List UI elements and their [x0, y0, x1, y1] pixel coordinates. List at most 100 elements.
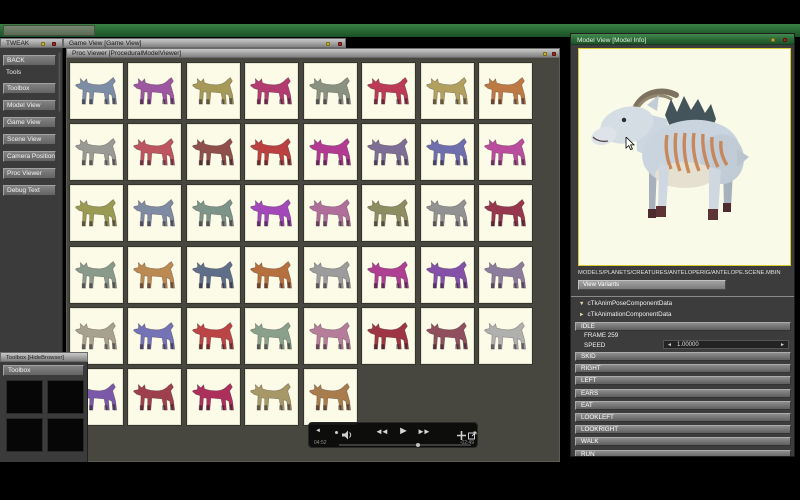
creature-thumbnail[interactable]	[128, 308, 181, 364]
previous-icon[interactable]: ◄	[315, 428, 321, 434]
minimize-icon[interactable]	[326, 42, 330, 46]
record-dot-icon[interactable]	[335, 431, 338, 434]
animation-item-run[interactable]: RUN	[575, 450, 791, 458]
component-row-animpose[interactable]: ▼cTkAnimPoseComponentData	[579, 299, 789, 309]
close-icon[interactable]	[783, 38, 787, 42]
creature-thumbnail[interactable]	[362, 124, 415, 180]
top-tab[interactable]	[3, 25, 95, 36]
creature-thumbnail[interactable]	[421, 247, 474, 303]
creature-thumbnail[interactable]	[421, 308, 474, 364]
animation-item-eat[interactable]: EAT	[575, 401, 791, 410]
seek-bar[interactable]	[339, 444, 471, 446]
creature-silhouette	[249, 381, 295, 417]
creature-thumbnail[interactable]	[362, 63, 415, 119]
model-view-titlebar[interactable]: Model View [Model Info]	[570, 33, 795, 45]
game-view-titlebar[interactable]: Game View [Game View]	[63, 38, 346, 48]
creature-thumbnail[interactable]	[245, 308, 298, 364]
proc-viewer-titlebar[interactable]: Proc Viewer [ProceduralModelViewer]	[66, 48, 560, 58]
creature-thumbnail[interactable]	[362, 308, 415, 364]
creature-thumbnail[interactable]	[245, 247, 298, 303]
toolbox-slot[interactable]	[47, 418, 84, 452]
creature-thumbnail[interactable]	[245, 185, 298, 241]
creature-thumbnail[interactable]	[304, 63, 357, 119]
minimize-icon[interactable]	[41, 42, 45, 46]
creature-thumbnail[interactable]	[245, 63, 298, 119]
creature-thumbnail[interactable]	[128, 369, 181, 425]
creature-thumbnail[interactable]	[362, 247, 415, 303]
creature-thumbnail[interactable]	[421, 185, 474, 241]
creature-thumbnail[interactable]	[479, 185, 532, 241]
close-icon[interactable]	[338, 42, 342, 46]
model-3d-viewport[interactable]	[578, 48, 791, 266]
collapse-icon[interactable]: ▼	[579, 301, 584, 307]
creature-thumbnail[interactable]	[479, 124, 532, 180]
creature-thumbnail[interactable]	[128, 63, 181, 119]
creature-thumbnail[interactable]	[128, 185, 181, 241]
animation-item-lookleft[interactable]: LOOKLEFT	[575, 413, 791, 422]
creature-thumbnail[interactable]	[304, 369, 357, 425]
sidebar-item-toolbox[interactable]: Toolbox	[3, 83, 56, 94]
sidebar-item-camera-position[interactable]: Camera Position	[3, 151, 56, 162]
toolbox-slot[interactable]	[47, 380, 84, 414]
toolbox-titlebar[interactable]: Toolbox [HideBrowser]	[0, 352, 88, 362]
sidebar-item-proc-viewer[interactable]: Proc Viewer	[3, 168, 56, 179]
creature-thumbnail[interactable]	[128, 247, 181, 303]
animation-item-walk[interactable]: WALK	[575, 437, 791, 446]
seek-thumb[interactable]	[416, 443, 420, 447]
animation-item-left[interactable]: LEFT	[575, 376, 791, 385]
back-button[interactable]: BACK	[3, 55, 56, 66]
sidebar-item-model-view[interactable]: Model View	[3, 100, 56, 111]
minimize-icon[interactable]	[771, 38, 775, 42]
spinner-left-icon[interactable]: ◄	[667, 342, 672, 349]
expand-icon[interactable]: ►	[579, 312, 584, 318]
animation-item-lookright[interactable]: LOOKRIGHT	[575, 425, 791, 434]
sidebar-item-scene-view[interactable]: Scene View	[3, 134, 56, 145]
creature-thumbnail[interactable]	[479, 63, 532, 119]
creature-thumbnail[interactable]	[187, 247, 240, 303]
creature-thumbnail[interactable]	[70, 63, 123, 119]
sidebar-item-game-view[interactable]: Game View	[3, 117, 56, 128]
tweak-scrollbar[interactable]	[58, 52, 61, 112]
toolbox-slot[interactable]	[6, 380, 43, 414]
creature-thumbnail[interactable]	[304, 124, 357, 180]
creature-thumbnail[interactable]	[187, 308, 240, 364]
creature-thumbnail[interactable]	[70, 124, 123, 180]
animation-item-skid[interactable]: SKID	[575, 352, 791, 361]
creature-thumbnail[interactable]	[70, 247, 123, 303]
rewind-icon[interactable]: ◄◄	[375, 427, 387, 436]
creature-thumbnail[interactable]	[70, 185, 123, 241]
sidebar-item-debug-text[interactable]: Debug Text	[3, 185, 56, 196]
speed-spinner[interactable]: ◄ 1.00000 ►	[663, 340, 789, 349]
volume-icon[interactable]	[342, 427, 353, 445]
creature-thumbnail[interactable]	[245, 124, 298, 180]
creature-thumbnail[interactable]	[304, 185, 357, 241]
tweak-titlebar[interactable]: TWEAK	[0, 38, 63, 48]
close-icon[interactable]	[52, 42, 56, 46]
speed-value[interactable]: 1.00000	[677, 342, 699, 349]
component-row-animation[interactable]: ►cTkAnimationComponentData	[579, 310, 789, 320]
creature-thumbnail[interactable]	[362, 185, 415, 241]
view-variants-button[interactable]: View Variants	[578, 280, 726, 290]
toolbox-slot[interactable]	[6, 418, 43, 452]
fast-forward-icon[interactable]: ►►	[417, 427, 429, 436]
creature-thumbnail[interactable]	[421, 124, 474, 180]
creature-thumbnail[interactable]	[479, 247, 532, 303]
creature-thumbnail[interactable]	[304, 247, 357, 303]
creature-thumbnail[interactable]	[187, 124, 240, 180]
animation-item-right[interactable]: RIGHT	[575, 364, 791, 373]
creature-thumbnail[interactable]	[479, 308, 532, 364]
creature-thumbnail[interactable]	[245, 369, 298, 425]
toolbox-button[interactable]: Toolbox	[3, 365, 84, 376]
minimize-icon[interactable]	[543, 52, 547, 56]
creature-thumbnail[interactable]	[128, 124, 181, 180]
creature-thumbnail[interactable]	[187, 369, 240, 425]
play-icon[interactable]: ►	[398, 425, 409, 437]
creature-thumbnail[interactable]	[187, 185, 240, 241]
animation-item-ears[interactable]: EARS	[575, 389, 791, 398]
animation-header-idle[interactable]: IDLE	[575, 322, 791, 331]
creature-thumbnail[interactable]	[421, 63, 474, 119]
creature-thumbnail[interactable]	[304, 308, 357, 364]
close-icon[interactable]	[552, 52, 556, 56]
spinner-right-icon[interactable]: ►	[780, 342, 785, 349]
creature-thumbnail[interactable]	[187, 63, 240, 119]
